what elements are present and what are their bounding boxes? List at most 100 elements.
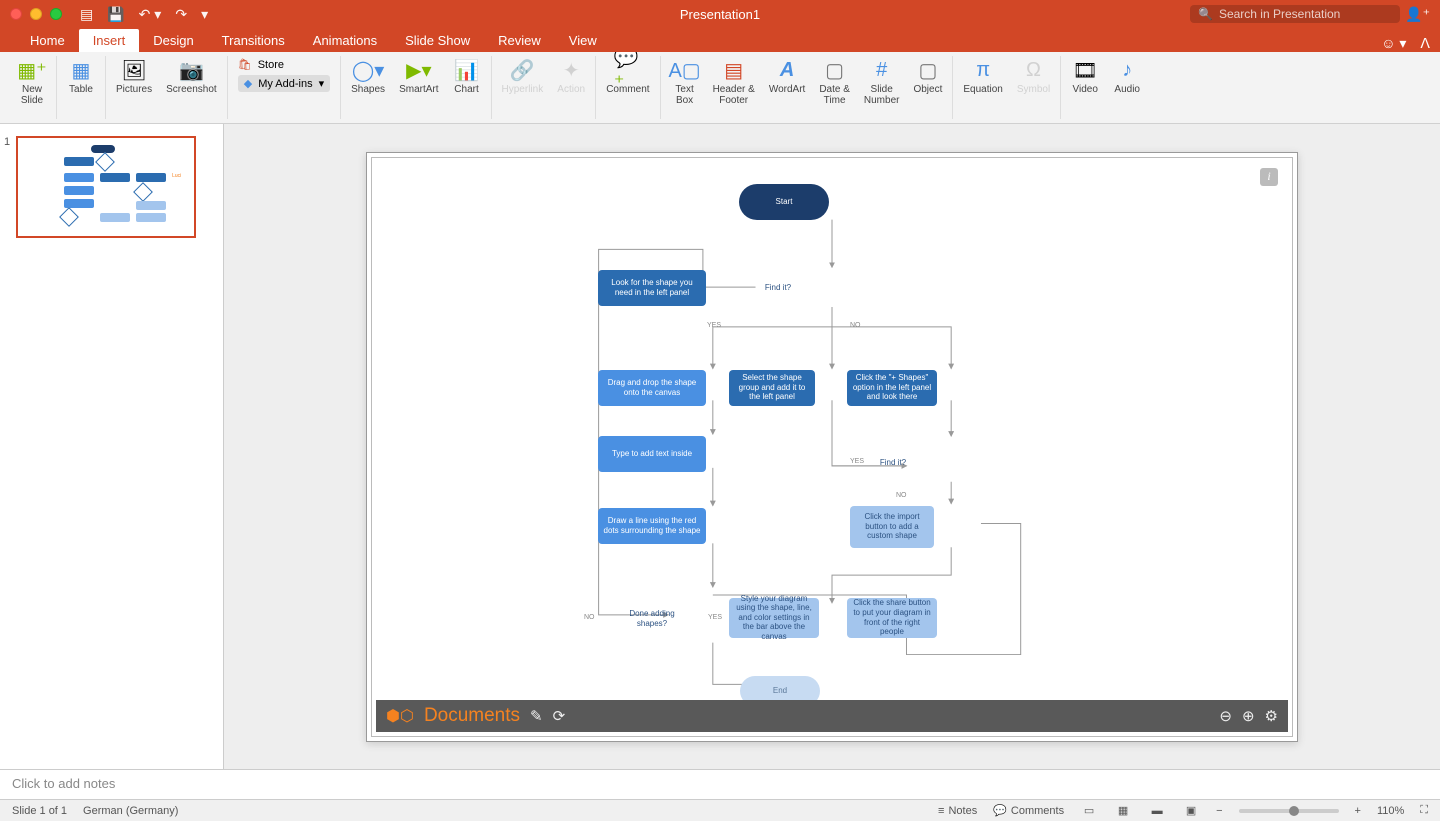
- emoji-icon[interactable]: ☺ ▾: [1381, 35, 1406, 52]
- lucidchart-logo-icon: ⬢⬡: [386, 706, 414, 726]
- zoom-in-icon[interactable]: ⊕: [1242, 707, 1255, 725]
- node-draw: Draw a line using the red dots surroundi…: [598, 508, 706, 544]
- language-indicator[interactable]: German (Germany): [83, 805, 178, 817]
- addin-toolbar: ⬢⬡ Documents ✎ ⟳ ⊖ ⊕ ⚙: [376, 700, 1288, 732]
- table-button[interactable]: ▦Table: [67, 58, 95, 95]
- node-type: Type to add text inside: [598, 436, 706, 472]
- zoom-in-button[interactable]: +: [1355, 805, 1361, 817]
- node-import: Click the import button to add a custom …: [850, 506, 934, 548]
- minimize-window-button[interactable]: [30, 8, 42, 20]
- zoom-out-icon[interactable]: ⊖: [1219, 707, 1232, 725]
- label-no-2: NO: [896, 492, 907, 499]
- close-window-button[interactable]: [10, 8, 22, 20]
- slide-thumbnail-1[interactable]: Luci: [16, 136, 196, 238]
- maximize-window-button[interactable]: [50, 8, 62, 20]
- tab-review[interactable]: Review: [484, 29, 555, 52]
- tab-insert[interactable]: Insert: [79, 29, 140, 52]
- refresh-icon[interactable]: ⟳: [553, 707, 566, 725]
- label-yes-2: YES: [850, 458, 864, 465]
- my-addins-button[interactable]: ◆My Add-ins▾: [238, 75, 330, 92]
- addin-title[interactable]: Documents: [424, 705, 520, 727]
- collapse-ribbon-icon[interactable]: ᐱ: [1420, 35, 1430, 52]
- share-icon[interactable]: 👤⁺: [1405, 6, 1430, 23]
- node-select: Select the shape group and add it to the…: [729, 370, 815, 406]
- slide-number-button[interactable]: #Slide Number: [864, 58, 900, 106]
- zoom-level[interactable]: 110%: [1377, 805, 1404, 817]
- notes-pane[interactable]: Click to add notes: [0, 769, 1440, 799]
- node-start: Start: [739, 184, 829, 220]
- text-box-button[interactable]: A▢Text Box: [671, 58, 699, 106]
- search-box[interactable]: 🔍: [1190, 5, 1400, 23]
- label-no-3: NO: [584, 614, 595, 621]
- zoom-slider[interactable]: [1239, 809, 1339, 813]
- reading-view-button[interactable]: ▬: [1148, 804, 1166, 818]
- slide-thumbnails-panel: 1: [0, 124, 224, 769]
- title-bar: ▤ 💾 ↶ ▾ ↷ ▾ Presentation1 🔍 👤⁺: [0, 0, 1440, 28]
- file-icon[interactable]: ▤: [80, 6, 93, 23]
- audio-button[interactable]: ♪Audio: [1113, 58, 1141, 95]
- new-slide-button[interactable]: ▦⁺New Slide: [18, 58, 46, 106]
- comments-toggle-button[interactable]: 💬 Comments: [993, 804, 1064, 817]
- thumbnail-number: 1: [4, 136, 10, 238]
- zoom-out-button[interactable]: −: [1216, 805, 1222, 817]
- edit-icon[interactable]: ✎: [530, 707, 543, 725]
- undo-icon[interactable]: ↶ ▾: [139, 6, 162, 23]
- store-button[interactable]: 🛍Store: [238, 58, 284, 71]
- tab-slideshow[interactable]: Slide Show: [391, 29, 484, 52]
- normal-view-button[interactable]: ▭: [1080, 804, 1098, 818]
- smartart-button[interactable]: ▶▾SmartArt: [399, 58, 438, 95]
- slide[interactable]: i: [366, 152, 1298, 742]
- tab-view[interactable]: View: [555, 29, 611, 52]
- label-no-1: NO: [850, 322, 861, 329]
- object-button[interactable]: ▢Object: [913, 58, 942, 95]
- video-button[interactable]: 🎞Video: [1071, 58, 1099, 95]
- slide-canvas-area[interactable]: i: [224, 124, 1440, 769]
- pictures-button[interactable]: 🖼Pictures: [116, 58, 152, 95]
- screenshot-button[interactable]: 📷Screenshot: [166, 58, 217, 95]
- tab-design[interactable]: Design: [139, 29, 207, 52]
- equation-button[interactable]: πEquation: [963, 58, 1002, 95]
- chart-button[interactable]: 📊Chart: [453, 58, 481, 95]
- label-yes-1: YES: [707, 322, 721, 329]
- node-look: Look for the shape you need in the left …: [598, 270, 706, 306]
- tab-home[interactable]: Home: [16, 29, 79, 52]
- info-icon[interactable]: i: [1260, 168, 1278, 186]
- date-time-button[interactable]: ▢Date & Time: [819, 58, 850, 106]
- quick-access-toolbar: ▤ 💾 ↶ ▾ ↷ ▾: [80, 6, 208, 23]
- slide-indicator[interactable]: Slide 1 of 1: [12, 805, 67, 817]
- window-controls: [0, 8, 62, 20]
- slideshow-button[interactable]: ▣: [1182, 804, 1200, 818]
- wordart-button[interactable]: AWordArt: [769, 58, 806, 95]
- label-yes-3: YES: [708, 614, 722, 621]
- search-icon: 🔍: [1198, 7, 1213, 21]
- fit-to-window-button[interactable]: ⛶: [1420, 804, 1428, 817]
- hyperlink-button: 🔗Hyperlink: [502, 58, 544, 95]
- node-find2: Find it?: [866, 436, 920, 490]
- node-click-plus: Click the "+ Shapes" option in the left …: [847, 370, 937, 406]
- flowchart-addin-frame[interactable]: i: [371, 157, 1293, 737]
- redo-icon[interactable]: ↷: [175, 6, 187, 23]
- node-style: Style your diagram using the shape, line…: [729, 598, 819, 638]
- status-bar: Slide 1 of 1 German (Germany) ≡ Notes 💬 …: [0, 799, 1440, 821]
- notes-toggle-button[interactable]: ≡ Notes: [938, 805, 977, 817]
- tabs-right: ☺ ▾ ᐱ: [1381, 35, 1430, 52]
- comment-button[interactable]: 💬⁺Comment: [606, 58, 649, 95]
- action-button: ✦Action: [557, 58, 585, 95]
- shapes-button[interactable]: ◯▾Shapes: [351, 58, 385, 95]
- header-footer-button[interactable]: ▤Header & Footer: [713, 58, 755, 106]
- customize-icon[interactable]: ▾: [201, 6, 208, 23]
- main-area: 1: [0, 124, 1440, 769]
- settings-gear-icon[interactable]: ⚙: [1265, 707, 1278, 725]
- node-find1: Find it?: [748, 258, 808, 318]
- document-title: Presentation1: [680, 7, 760, 22]
- tab-animations[interactable]: Animations: [299, 29, 391, 52]
- ribbon: ▦⁺New Slide ▦Table 🖼Pictures 📷Screenshot…: [0, 52, 1440, 124]
- ribbon-tabs: Home Insert Design Transitions Animation…: [0, 28, 1440, 52]
- node-share: Click the share button to put your diagr…: [847, 598, 937, 638]
- symbol-button: ΩSymbol: [1017, 58, 1050, 95]
- node-drag: Drag and drop the shape onto the canvas: [598, 370, 706, 406]
- save-icon[interactable]: 💾: [107, 6, 124, 23]
- tab-transitions[interactable]: Transitions: [208, 29, 299, 52]
- slide-sorter-button[interactable]: ▦: [1114, 804, 1132, 818]
- search-input[interactable]: [1219, 7, 1392, 21]
